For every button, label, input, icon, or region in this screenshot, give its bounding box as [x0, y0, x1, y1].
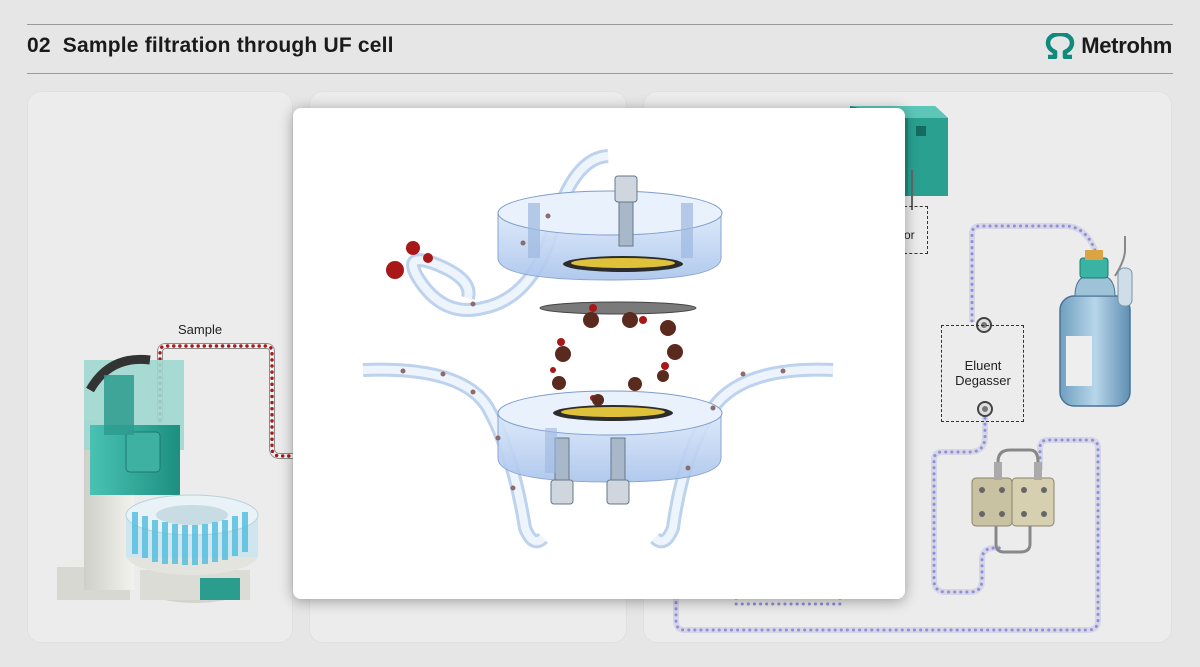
- eluent-degasser-label-line2: Degasser: [955, 373, 1011, 388]
- filter-membrane: [539, 301, 697, 315]
- pump-heads: [971, 448, 1055, 554]
- upper-cell-block: [497, 175, 723, 281]
- uf-cell-illustration: [362, 149, 834, 549]
- eluent-bottle: [1059, 236, 1133, 407]
- eluent-degasser-label-line1: Eluent: [964, 358, 1002, 373]
- uf-cell-zoom-panel: [293, 108, 905, 599]
- lower-cell-block: [497, 390, 723, 505]
- autosampler-illustration: [57, 354, 259, 603]
- detector-label-fragment: or: [904, 228, 915, 242]
- sample-label: Sample: [178, 322, 223, 337]
